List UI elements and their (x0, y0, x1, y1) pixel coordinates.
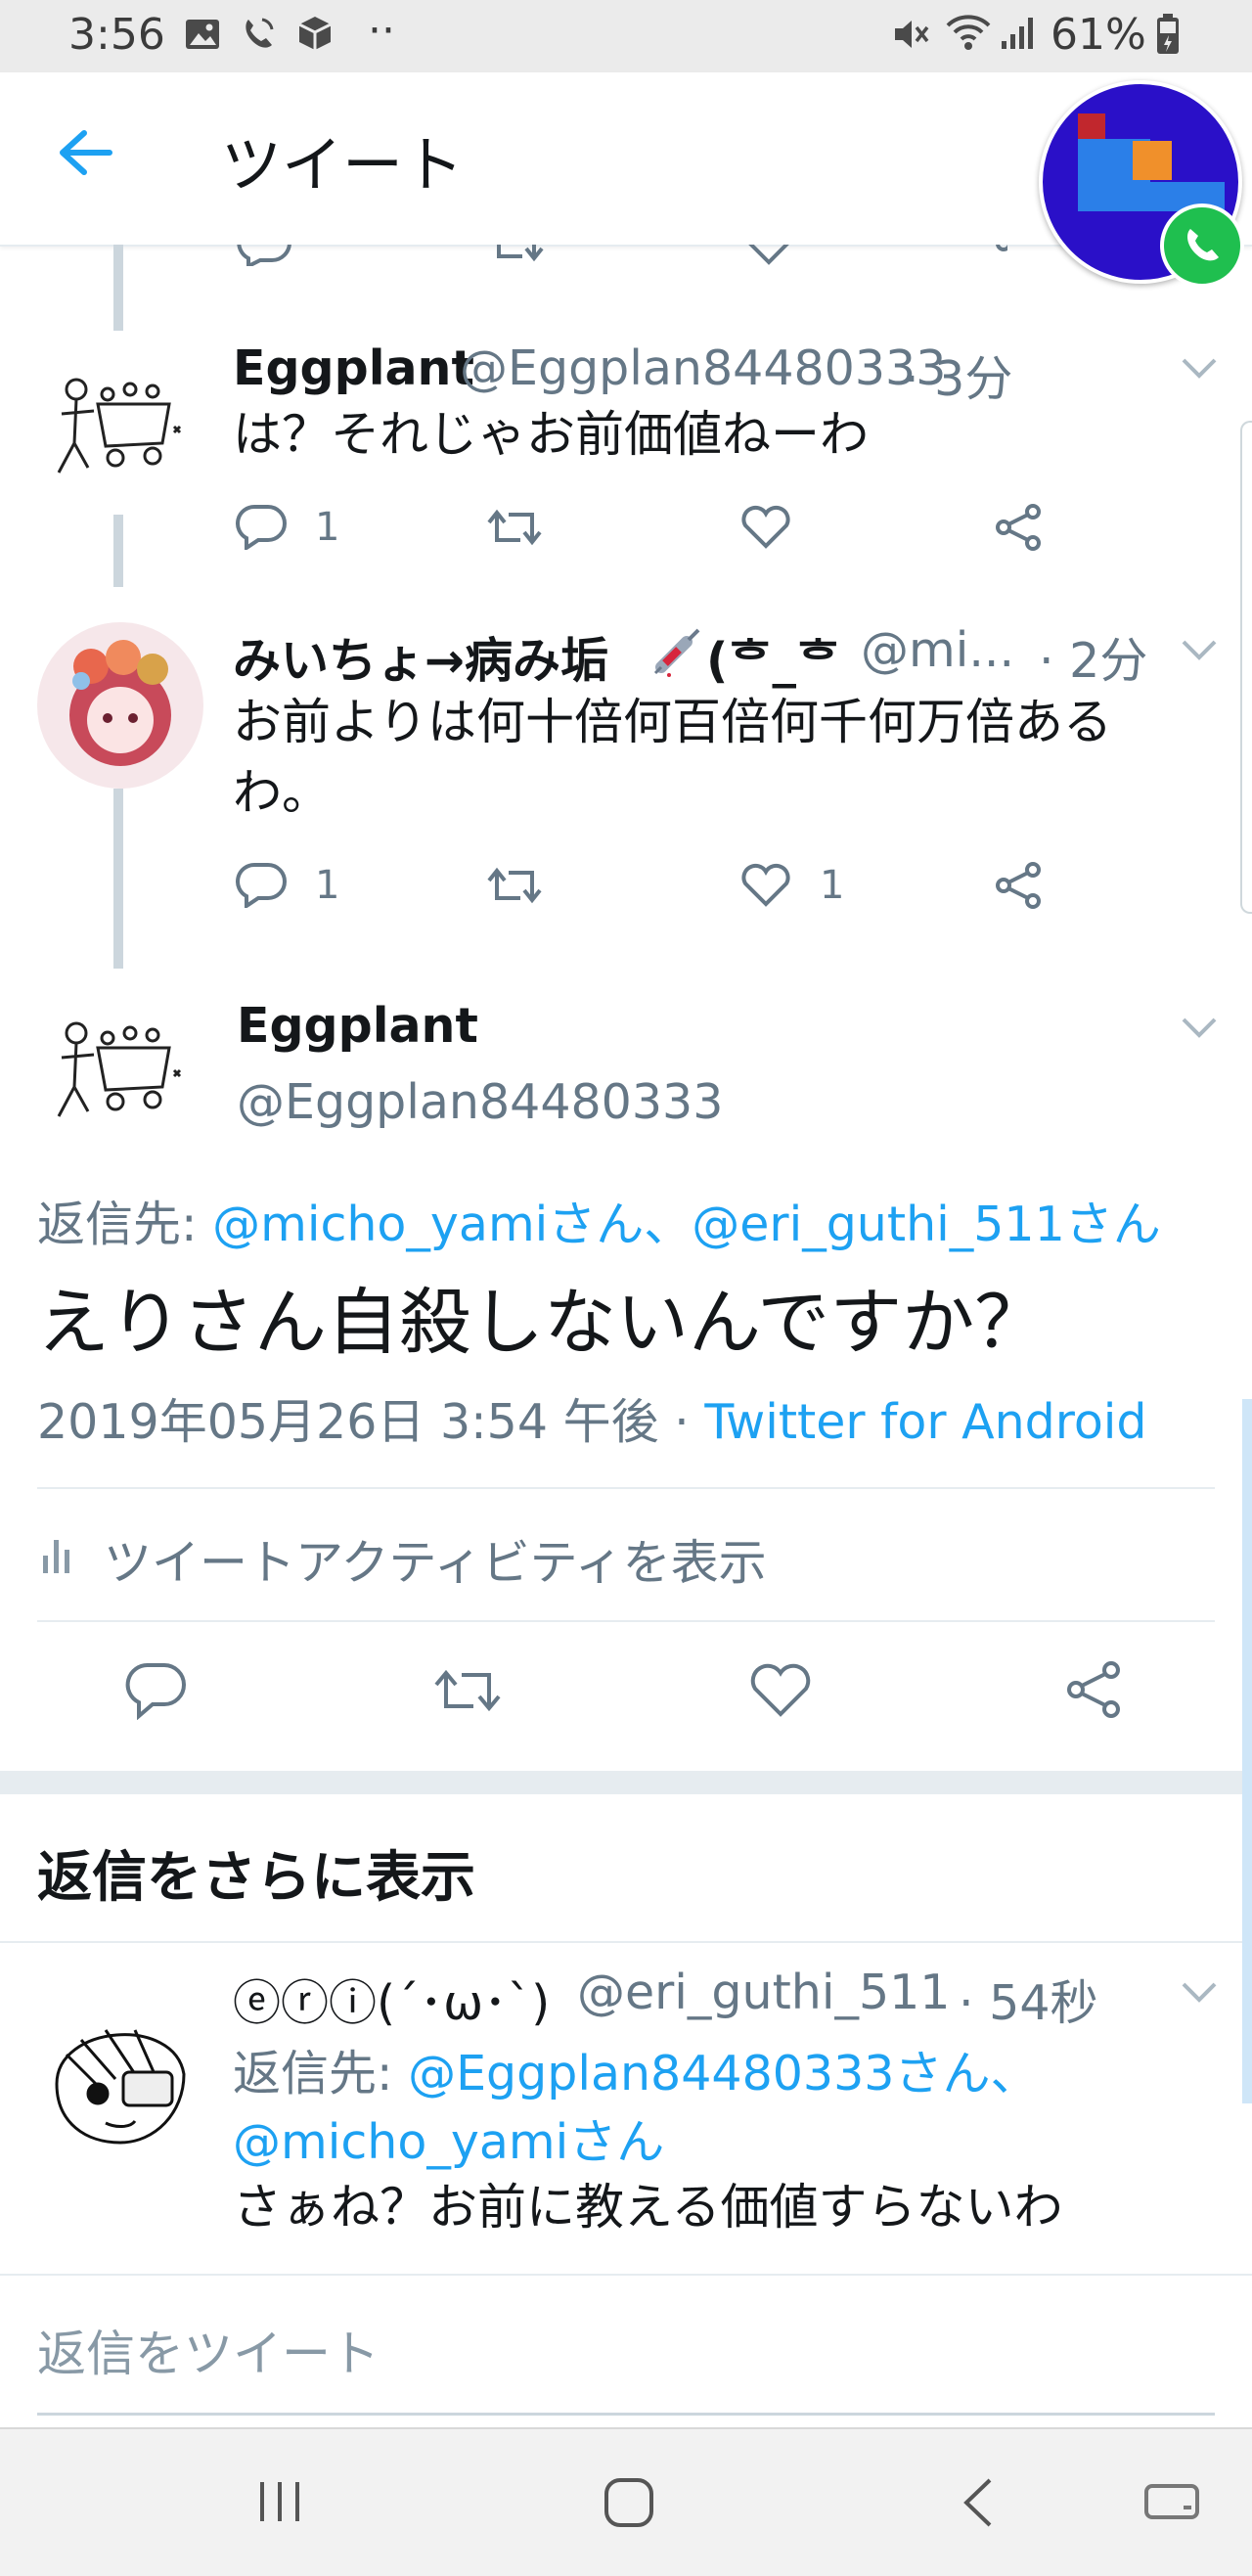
chevron-down-icon[interactable] (1180, 356, 1219, 382)
tweet-time: · 3分 (904, 351, 1013, 407)
avatar[interactable] (37, 622, 203, 789)
retweet-icon[interactable] (485, 505, 544, 550)
tweet-text-line-1: お前よりは何十倍何百倍何千何万倍ある (233, 694, 1112, 750)
page-title: ツイート (221, 129, 465, 201)
tweet-text: えりさん自殺しないんですか？ (37, 1281, 1048, 1365)
wifi-icon (945, 14, 992, 53)
tweet-activity-link[interactable]: ツイートアクティビティを表示 (37, 1489, 1215, 1620)
retweet-icon[interactable] (485, 863, 544, 908)
package-icon (295, 14, 335, 53)
call-badge[interactable] (1160, 203, 1244, 288)
author-name[interactable]: Eggplant (237, 998, 478, 1054)
status-bar: 3:56 ·· 61% (0, 0, 1252, 72)
avatar[interactable] (37, 350, 203, 517)
compose-placeholder: 返信をツイート (37, 2326, 380, 2382)
thread-line (113, 789, 123, 969)
recent-apps-icon[interactable] (256, 2478, 303, 2525)
like-icon[interactable] (739, 863, 792, 908)
wifi-call-icon (239, 14, 278, 53)
back-arrow-icon[interactable] (55, 129, 113, 176)
battery-percent: 61% (1051, 10, 1146, 60)
reply-count: 1 (315, 863, 340, 908)
reply-to-link[interactable]: @micho_yamiさん (233, 2103, 664, 2173)
share-icon[interactable] (994, 503, 1045, 552)
share-icon[interactable] (1064, 1659, 1125, 1720)
system-navigation-bar (0, 2427, 1252, 2576)
action-bar: 1 1 (235, 857, 1056, 916)
reply-to-links[interactable]: @micho_yamiさん、@eri_guthi_511さん (212, 1197, 1161, 1252)
avatar[interactable] (37, 1996, 203, 2162)
author-handle[interactable]: @eri_guthi_511 (577, 1965, 950, 2020)
reply-compose-field[interactable]: 返信をツイート (37, 2280, 1215, 2416)
like-icon[interactable] (739, 505, 792, 550)
chevron-down-icon[interactable] (1180, 1980, 1219, 2006)
share-icon[interactable] (994, 861, 1045, 910)
author-name[interactable]: ⓔⓡⓘ(´･ω･`) (233, 1965, 550, 2034)
tweet-item[interactable]: Eggplant @Eggplan84480333 · 3分 は？それじゃお前価… (0, 323, 1252, 587)
author-handle[interactable]: @Eggplan84480333 (460, 340, 946, 396)
thread-line (113, 515, 123, 587)
more-replies-title: 返信をさらに表示 (37, 1846, 475, 1910)
tweet-time: · 54秒 (959, 1975, 1098, 2031)
like-icon[interactable] (739, 245, 798, 266)
like-count: 1 (820, 863, 845, 908)
tweet-text: は？それじゃお前価値ねーわ (233, 406, 869, 463)
tweet-time: · 2分 (1039, 633, 1148, 689)
signal-icon (1000, 16, 1037, 51)
reply-icon[interactable] (235, 245, 293, 266)
tweet-timestamp: 2019年05月26日 3:54 午後 · (37, 1394, 705, 1450)
author-handle[interactable]: @Eggplan84480333 (237, 1074, 723, 1130)
chevron-down-icon[interactable] (1180, 638, 1219, 663)
reply-to-line: 返信先: @micho_yamiさん、@eri_guthi_511さん (37, 1186, 1161, 1255)
like-icon[interactable] (749, 1661, 812, 1718)
reply-to-line: 返信先: @Eggplan84480333さん、 (233, 2035, 1038, 2104)
section-separator (0, 1771, 1252, 1794)
tweet-item[interactable]: みいちょ→病み垢 (ᄒ_ᄒ @mi... · 2分 お前よりは何十倍何百倍何千何… (0, 587, 1252, 969)
share-icon[interactable] (992, 245, 1007, 266)
timestamp-line: 2019年05月26日 3:54 午後 · Twitter for Androi… (37, 1383, 1147, 1453)
retweet-icon[interactable] (487, 245, 546, 266)
keyboard-toggle-icon[interactable] (1144, 2480, 1199, 2523)
author-name[interactable]: Eggplant (233, 340, 474, 396)
retweet-icon[interactable] (432, 1663, 503, 1718)
reply-to-prefix: 返信先: (37, 1197, 213, 1252)
reply-icon[interactable] (125, 1661, 188, 1720)
tweet-item[interactable]: ⓔⓡⓘ(´･ω･`) @eri_guthi_511 · 54秒 返信先: @Eg… (0, 1943, 1252, 2276)
partial-action-row (0, 245, 1007, 266)
reply-to-prefix: 返信先: (233, 2046, 409, 2101)
scrollbar[interactable] (1242, 1399, 1252, 2103)
action-bar: 1 (235, 499, 1056, 558)
syringe-emoji-icon (649, 628, 704, 677)
more-replies-header[interactable]: 返信をさらに表示 (0, 1794, 1252, 1943)
tweet-text-line-2: わ。 (233, 764, 331, 821)
tweet-text: さぁね？お前に教える価値すらないわ (233, 2179, 1063, 2236)
reply-icon[interactable] (235, 861, 288, 908)
focused-tweet: Eggplant @Eggplan84480333 返信先: @micho_ya… (0, 969, 1252, 1771)
bar-chart-icon (41, 1536, 76, 1575)
back-icon[interactable] (959, 2476, 998, 2529)
anime-girl-illustration (69, 640, 171, 766)
author-name[interactable]: みいちょ→病み垢 (233, 622, 608, 692)
manga-face-drawing (55, 2029, 186, 2145)
reply-to-link[interactable]: @Eggplan84480333さん、 (408, 2046, 1038, 2101)
chevron-down-icon[interactable] (1180, 1016, 1219, 1041)
main-action-bar (0, 1622, 1252, 1769)
author-handle[interactable]: @mi... (861, 622, 1014, 678)
battery-icon (1156, 14, 1180, 55)
author-name-suffix[interactable]: (ᄒ_ᄒ (706, 622, 840, 692)
phone-icon (1182, 225, 1223, 266)
stick-figure-drawing (57, 378, 182, 474)
status-time: 3:56 (68, 10, 165, 60)
edge-panel-handle[interactable] (1240, 421, 1252, 914)
gallery-icon (184, 16, 221, 53)
tweet-source[interactable]: Twitter for Android (704, 1394, 1146, 1450)
reply-icon[interactable] (235, 503, 288, 550)
avatar[interactable] (37, 994, 203, 1160)
mute-icon (892, 16, 931, 53)
reply-count: 1 (315, 505, 340, 550)
more-notifications: ·· (368, 6, 395, 56)
home-icon[interactable] (603, 2476, 655, 2529)
tweet-activity-label: ツイートアクティビティを表示 (104, 1535, 767, 1591)
stick-figure-drawing (57, 1021, 182, 1117)
